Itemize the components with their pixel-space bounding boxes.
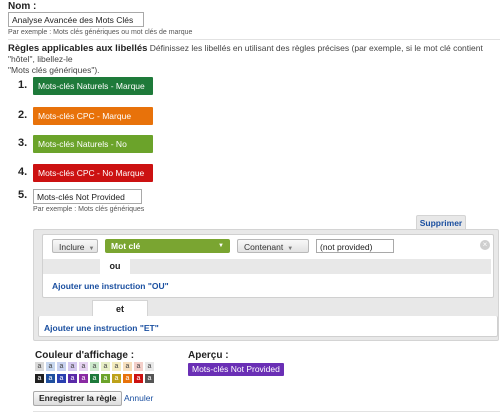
rule-chip-1[interactable]: Mots-clés Naturels - Marque [33, 77, 153, 95]
dark-swatch-row: aaaaaaaaaaa [35, 374, 154, 383]
rule5-hint: Par exemple : Mots clés génériques [33, 206, 145, 213]
preview-chip: Mots-clés Not Provided [188, 363, 284, 376]
rules-description-line2: "Mots clés génériques"). [8, 65, 100, 75]
rules-description: Règles applicables aux libellés Définiss… [8, 43, 500, 76]
or-label: ou [100, 259, 130, 274]
add-and-statement-link[interactable]: Ajouter une instruction "ET" [44, 323, 159, 333]
chevron-down-icon: ▼ [88, 246, 95, 252]
name-input[interactable]: Analyse Avancée des Mots Clés [8, 12, 144, 27]
rule-number: 2. [18, 109, 28, 121]
color-swatch[interactable]: a [101, 374, 110, 383]
delete-button[interactable]: Supprimer [416, 215, 466, 230]
color-swatch[interactable]: a [112, 374, 121, 383]
color-swatch[interactable]: a [46, 374, 55, 383]
rule-chip-3[interactable]: Mots-clés Naturels - No Marque [33, 135, 153, 167]
color-swatch[interactable]: a [101, 362, 110, 371]
color-swatch[interactable]: a [46, 362, 55, 371]
color-swatch[interactable]: a [35, 374, 44, 383]
color-swatch[interactable]: a [112, 362, 121, 371]
rule-chip-2[interactable]: Mots-clés CPC - Marque [33, 107, 153, 125]
color-swatch[interactable]: a [35, 362, 44, 371]
add-or-statement-link[interactable]: Ajouter une instruction "OU" [52, 281, 169, 291]
include-dropdown-label: Inclure [59, 242, 85, 252]
rule-number: 5. [18, 189, 28, 201]
name-hint: Par exemple : Mots clés génériques ou mo… [8, 29, 193, 36]
preview-label: Aperçu : [188, 350, 229, 361]
rule-number: 3. [18, 137, 28, 149]
rules-title: Règles applicables aux libellés [8, 43, 148, 54]
operator-dropdown-label: Contenant [244, 242, 284, 252]
condition-value-input[interactable]: (not provided) [316, 239, 394, 253]
cancel-link[interactable]: Annuler [124, 393, 153, 403]
rule-number: 1. [18, 79, 28, 91]
light-swatch-row: aaaaaaaaaaa [35, 362, 154, 371]
color-swatch[interactable]: a [90, 362, 99, 371]
chevron-down-icon: ▼ [287, 246, 294, 252]
color-swatch[interactable]: a [79, 362, 88, 371]
name-label: Nom : [8, 1, 37, 12]
dimension-dropdown[interactable]: Mot clé ▼ [105, 239, 230, 253]
footer-divider [33, 411, 500, 412]
dimension-dropdown-label: Mot clé [111, 241, 141, 251]
operator-dropdown[interactable]: Contenant ▼ [237, 239, 309, 253]
remove-condition-icon[interactable]: × [480, 240, 490, 250]
color-swatch[interactable]: a [145, 374, 154, 383]
color-swatch[interactable]: a [79, 374, 88, 383]
rule5-label-input[interactable]: Mots-clés Not Provided [33, 189, 142, 204]
display-color-label: Couleur d'affichage : [35, 350, 135, 361]
color-swatch[interactable]: a [68, 362, 77, 371]
include-dropdown[interactable]: Inclure ▼ [52, 239, 98, 253]
color-swatch[interactable]: a [134, 374, 143, 383]
color-swatch[interactable]: a [134, 362, 143, 371]
color-swatch[interactable]: a [123, 374, 132, 383]
color-swatch[interactable]: a [68, 374, 77, 383]
save-rule-button[interactable]: Enregistrer la règle [33, 391, 123, 406]
color-swatch[interactable]: a [145, 362, 154, 371]
chevron-down-icon: ▼ [218, 243, 224, 249]
rule-chip-4[interactable]: Mots-clés CPC - No Marque [33, 164, 153, 182]
color-swatch[interactable]: a [90, 374, 99, 383]
section-divider [8, 39, 500, 40]
color-swatch[interactable]: a [57, 362, 66, 371]
color-swatch[interactable]: a [123, 362, 132, 371]
rule-number: 4. [18, 166, 28, 178]
color-swatch[interactable]: a [57, 374, 66, 383]
